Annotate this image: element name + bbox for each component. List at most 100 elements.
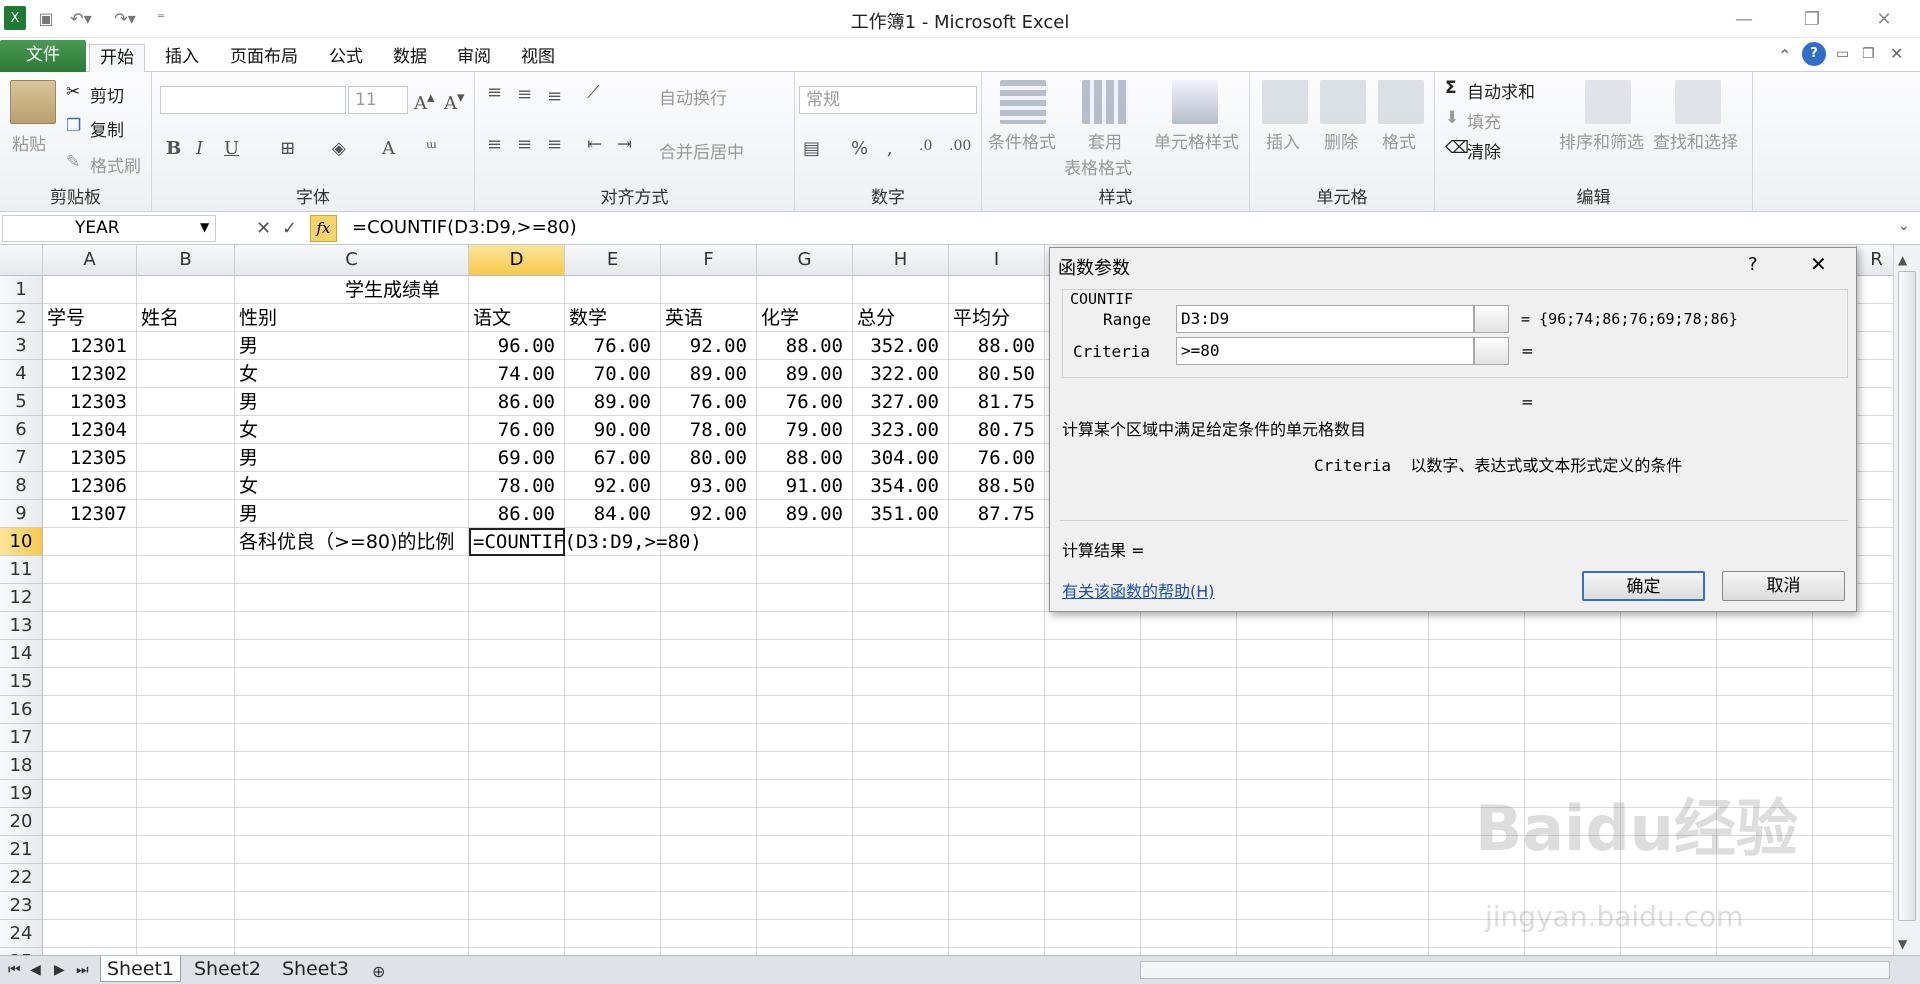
insert-cells-icon[interactable]: [1262, 80, 1308, 124]
scroll-up-icon[interactable]: ▲: [1898, 253, 1907, 267]
data-cell[interactable]: 女: [239, 416, 258, 444]
last-sheet-icon[interactable]: ⏭: [76, 962, 89, 978]
name-box[interactable]: YEAR: [2, 215, 216, 242]
ribbon-restore-icon[interactable]: ❐: [1862, 46, 1875, 62]
row-header-5[interactable]: 5: [0, 388, 43, 416]
first-sheet-icon[interactable]: ⏮: [8, 962, 21, 978]
row-header-11[interactable]: 11: [0, 556, 43, 584]
tab-data[interactable]: 数据: [383, 44, 437, 72]
data-cell[interactable]: 88.50: [949, 472, 1035, 500]
data-cell[interactable]: 89.00: [757, 360, 843, 388]
data-cell[interactable]: 12301: [43, 332, 127, 360]
tab-review[interactable]: 审阅: [447, 44, 501, 72]
tab-view[interactable]: 视图: [511, 44, 565, 72]
minimize-button[interactable]: —: [1722, 5, 1766, 33]
data-cell[interactable]: 79.00: [757, 416, 843, 444]
row-header-4[interactable]: 4: [0, 360, 43, 388]
row-header-6[interactable]: 6: [0, 416, 43, 444]
format-painter-icon[interactable]: ✎: [66, 152, 80, 172]
data-cell[interactable]: 88.00: [757, 332, 843, 360]
find-select-icon[interactable]: [1675, 80, 1721, 124]
data-cell[interactable]: 327.00: [853, 388, 939, 416]
data-cell[interactable]: 78.00: [661, 416, 747, 444]
data-cell[interactable]: 80.00: [661, 444, 747, 472]
sort-filter-button[interactable]: 排序和筛选: [1559, 128, 1644, 153]
decrease-indent-icon[interactable]: ⇤: [587, 134, 602, 155]
find-select-button[interactable]: 查找和选择: [1653, 128, 1738, 153]
data-cell[interactable]: 69.00: [469, 444, 555, 472]
vertical-scroll-thumb[interactable]: [1898, 271, 1916, 921]
insert-cells-button[interactable]: 插入: [1266, 128, 1300, 153]
data-cell[interactable]: 89.00: [757, 500, 843, 528]
copy-icon[interactable]: ❐: [66, 116, 81, 136]
orientation-icon[interactable]: ⟋: [587, 82, 600, 103]
name-box-dropdown-icon[interactable]: ▼: [200, 220, 209, 234]
format-cells-icon[interactable]: [1378, 80, 1424, 124]
data-cell[interactable]: 12307: [43, 500, 127, 528]
align-bottom-icon[interactable]: ≡: [547, 86, 562, 107]
paste-icon[interactable]: [10, 80, 56, 124]
cell-styles-button[interactable]: 单元格样式: [1154, 128, 1239, 153]
column-header-h[interactable]: H: [853, 245, 949, 276]
fill-button[interactable]: 填充: [1467, 108, 1501, 133]
data-cell[interactable]: 322.00: [853, 360, 939, 388]
delete-cells-icon[interactable]: [1320, 80, 1366, 124]
row-header-3[interactable]: 3: [0, 332, 43, 360]
data-cell[interactable]: 351.00: [853, 500, 939, 528]
data-cell[interactable]: 67.00: [565, 444, 651, 472]
row-header-12[interactable]: 12: [0, 584, 43, 612]
criteria-collapse-icon[interactable]: [1474, 337, 1509, 365]
data-cell[interactable]: 男: [239, 332, 258, 360]
insert-sheet-icon[interactable]: ⊕: [372, 962, 385, 981]
align-right-icon[interactable]: ≡: [547, 134, 562, 155]
phonetic-icon[interactable]: ᵚ: [426, 138, 437, 159]
row-header-25[interactable]: 25: [0, 948, 43, 955]
sheet-tab-sheet2[interactable]: Sheet2: [188, 956, 267, 982]
cut-icon[interactable]: ✂: [66, 82, 80, 102]
data-cell[interactable]: 89.00: [661, 360, 747, 388]
dialog-help-button[interactable]: ?: [1748, 254, 1758, 275]
data-cell[interactable]: 70.00: [565, 360, 651, 388]
data-cell[interactable]: 12302: [43, 360, 127, 388]
row-header-14[interactable]: 14: [0, 640, 43, 668]
italic-button[interactable]: I: [196, 138, 203, 159]
data-cell[interactable]: 92.00: [661, 332, 747, 360]
align-left-icon[interactable]: ≡: [487, 134, 502, 155]
border-icon[interactable]: ⊞: [280, 138, 295, 159]
autosum-icon[interactable]: Σ: [1445, 78, 1457, 98]
row-header-17[interactable]: 17: [0, 724, 43, 752]
tab-page-layout[interactable]: 页面布局: [220, 44, 308, 72]
next-sheet-icon[interactable]: ▶: [54, 962, 65, 978]
row-header-22[interactable]: 22: [0, 864, 43, 892]
font-color-icon[interactable]: A: [382, 138, 395, 159]
data-cell[interactable]: 88.00: [757, 444, 843, 472]
data-cell[interactable]: 323.00: [853, 416, 939, 444]
horizontal-scrollbar[interactable]: [1140, 961, 1890, 979]
tab-file[interactable]: 文件: [0, 40, 86, 72]
data-cell[interactable]: 304.00: [853, 444, 939, 472]
function-help-link[interactable]: 有关该函数的帮助(H): [1062, 578, 1215, 602]
tab-insert[interactable]: 插入: [155, 44, 209, 72]
increase-decimal-icon[interactable]: .0: [919, 138, 932, 154]
data-cell[interactable]: 女: [239, 360, 258, 388]
ok-button[interactable]: 确定: [1582, 571, 1705, 601]
autosum-button[interactable]: 自动求和: [1467, 78, 1535, 103]
data-cell[interactable]: 12306: [43, 472, 127, 500]
cancel-button[interactable]: 取消: [1722, 571, 1845, 601]
row-header-18[interactable]: 18: [0, 752, 43, 780]
clear-icon[interactable]: ⌫: [1445, 138, 1469, 158]
range-input[interactable]: D3:D9: [1176, 305, 1474, 333]
format-painter-button[interactable]: 格式刷: [90, 152, 141, 177]
ribbon-close-icon[interactable]: ✕: [1890, 44, 1903, 63]
row-header-20[interactable]: 20: [0, 808, 43, 836]
cancel-entry-icon[interactable]: ✕: [256, 218, 271, 239]
shrink-font-icon[interactable]: A▾: [444, 88, 465, 114]
underline-button[interactable]: U: [224, 138, 239, 159]
copy-button[interactable]: 复制: [90, 116, 124, 141]
ribbon-minimize-icon[interactable]: ▭: [1836, 46, 1849, 62]
prev-sheet-icon[interactable]: ◀: [30, 962, 41, 978]
cut-button[interactable]: 剪切: [90, 82, 124, 107]
merge-center-button[interactable]: 合并后居中: [659, 138, 744, 163]
data-cell[interactable]: 84.00: [565, 500, 651, 528]
formula-input[interactable]: =COUNTIF(D3:D9,>=80): [352, 217, 577, 238]
